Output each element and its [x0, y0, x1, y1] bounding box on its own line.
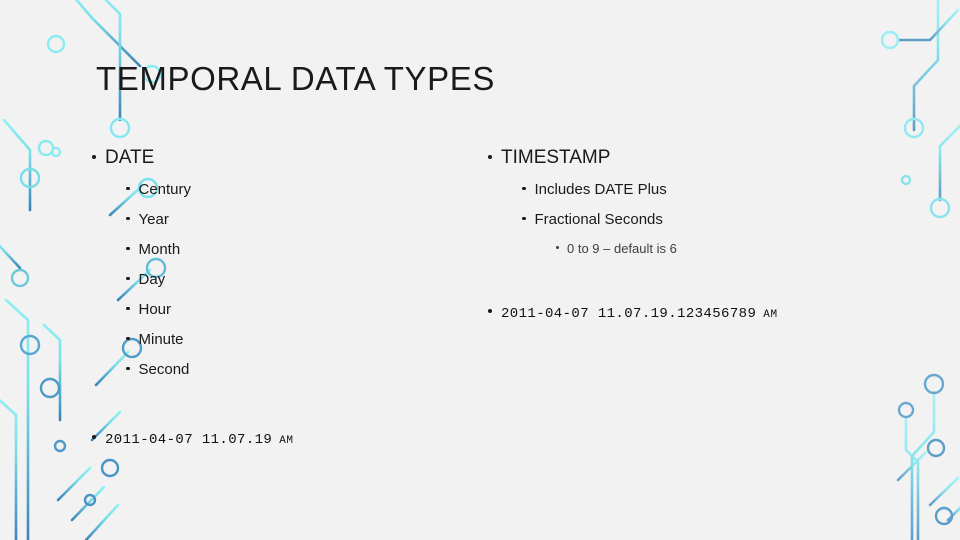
bullet-label: Century	[138, 181, 192, 198]
bullet-label: DATE	[105, 147, 155, 168]
bullet-dot-icon	[92, 155, 96, 159]
bullet-label: Day	[138, 271, 166, 288]
list-item: Includes DATE Plus	[522, 178, 928, 202]
timestamp-example-meridiem: AM	[763, 309, 778, 321]
right-content-column: TIMESTAMP Includes DATE Plus Fractional …	[488, 146, 928, 264]
list-item: Hour	[126, 298, 472, 322]
bullet-timestamp-heading: TIMESTAMP	[488, 146, 928, 170]
bullet-dot-icon	[488, 309, 492, 313]
bullet-label: TIMESTAMP	[501, 147, 611, 168]
list-item: Second	[126, 358, 472, 382]
circuit-traces-right	[896, 0, 960, 540]
bullet-dot-icon	[126, 216, 130, 220]
date-example-meridiem: AM	[279, 435, 294, 447]
bullet-label: Second	[138, 361, 190, 378]
bullet-dot-icon	[126, 186, 130, 190]
bullet-dot-icon	[556, 246, 559, 249]
timestamp-example-line: 2011-04-07 11.07.19.123456789 AM	[488, 302, 778, 327]
list-item: Minute	[126, 328, 472, 352]
date-example-value: 2011-04-07 11.07.19	[105, 432, 273, 448]
list-item: Year	[126, 208, 472, 232]
list-item: Month	[126, 238, 472, 262]
bullet-dot-icon	[522, 186, 526, 190]
bullet-dot-icon	[126, 246, 130, 250]
left-content-column: DATE Century Year Month Day Hour Minute	[92, 146, 472, 388]
bullet-dot-icon	[126, 366, 130, 370]
bullet-label: Fractional Seconds	[534, 211, 663, 228]
timestamp-example-value: 2011-04-07 11.07.19.123456789	[501, 306, 757, 322]
page-title: TEMPORAL DATA TYPES	[96, 60, 495, 97]
list-item: Day	[126, 268, 472, 292]
bullet-label: Hour	[138, 301, 172, 318]
bullet-date-heading: DATE	[92, 146, 472, 170]
bullet-dot-icon	[126, 336, 130, 340]
slide-canvas: TEMPORAL DATA TYPES DATE Century Year Mo…	[0, 0, 960, 540]
bullet-dot-icon	[92, 435, 96, 439]
bullet-label: Year	[138, 211, 169, 228]
bullet-label: Includes DATE Plus	[534, 181, 667, 198]
bullet-dot-icon	[522, 216, 526, 220]
fractional-seconds-note: 0 to 9 – default is 6	[556, 238, 928, 260]
bullet-label: Month	[138, 241, 181, 258]
note-label: 0 to 9 – default is 6	[567, 241, 677, 256]
bullet-label: Minute	[138, 331, 184, 348]
list-item: Century	[126, 178, 472, 202]
bullet-dot-icon	[126, 306, 130, 310]
circuit-pads-right	[880, 30, 954, 526]
date-example-line: 2011-04-07 11.07.19 AM	[92, 428, 294, 453]
bullet-dot-icon	[488, 155, 492, 159]
list-item: Fractional Seconds	[522, 208, 928, 232]
bullet-dot-icon	[126, 276, 130, 280]
